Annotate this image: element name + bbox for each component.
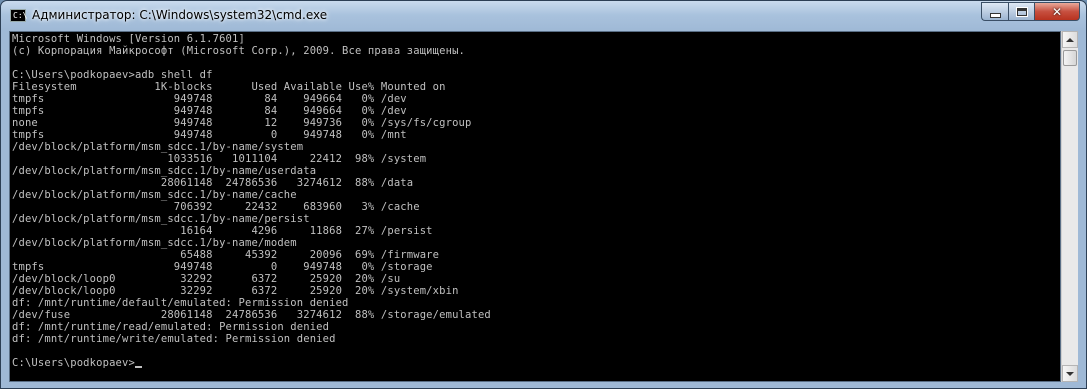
console-line: tmpfs 949748 0 949748 0% /mnt [12,129,407,141]
console-line: /dev/block/loop0 32292 6372 25920 20% /s… [12,273,401,285]
console-line: C:\Users\podkopaev>adb shell df [12,69,213,81]
vertical-scrollbar[interactable] [1061,31,1078,382]
scroll-up-button[interactable] [1062,31,1078,48]
caption-buttons: ✕ [981,2,1080,21]
text-cursor [134,366,142,368]
console-line: 16164 4296 11868 27% /persist [12,225,433,237]
console-line: df: /mnt/runtime/write/emulated: Permiss… [12,333,336,345]
console-line: Microsoft Windows [Version 6.1.7601] [12,33,245,45]
console-line: df: /mnt/runtime/default/emulated: Permi… [12,297,349,309]
console-line: C:\Users\podkopaev> [12,357,1060,369]
minimize-button[interactable] [981,2,1008,21]
cmd-app-icon[interactable]: C:\ [10,9,28,22]
window-title: Администратор: C:\Windows\system32\cmd.e… [32,8,328,22]
console-line: /dev/block/platform/msm_sdcc.1/by-name/m… [12,237,297,249]
console-line: /dev/fuse 28061148 24786536 3274612 88% … [12,309,491,321]
console-line: 706392 22432 683960 3% /cache [12,201,420,213]
console-line: Filesystem 1K-blocks Used Available Use%… [12,81,446,93]
console-line: /dev/block/platform/msm_sdcc.1/by-name/p… [12,213,310,225]
console-line: tmpfs 949748 84 949664 0% /dev [12,93,407,105]
maximize-icon [1015,6,1028,17]
console-line: df: /mnt/runtime/read/emulated: Permissi… [12,321,330,333]
console-line: tmpfs 949748 0 949748 0% /storage [12,261,433,273]
scroll-down-button[interactable] [1062,365,1078,382]
scroll-thumb[interactable] [1063,50,1077,66]
console-line: 28061148 24786536 3274612 88% /data [12,177,414,189]
close-icon: ✕ [1051,4,1063,19]
title-bar[interactable]: C:\ Администратор: C:\Windows\system32\c… [1,1,1086,31]
console-line: /dev/block/loop0 32292 6372 25920 20% /s… [12,285,459,297]
console-line: 65488 45392 20096 69% /firmware [12,249,440,261]
console-line: /dev/block/platform/msm_sdcc.1/by-name/s… [12,141,304,153]
console-line: (c) Корпорация Майкрософт (Microsoft Cor… [12,45,466,57]
cmd-window: C:\ Администратор: C:\Windows\system32\c… [0,0,1087,389]
minimize-icon [989,12,1001,18]
maximize-button[interactable] [1008,2,1034,21]
console-line: /dev/block/platform/msm_sdcc.1/by-name/c… [12,189,297,201]
console-line: tmpfs 949748 84 949664 0% /dev [12,105,407,117]
arrow-up-icon [1066,37,1074,42]
cmd-icon-label: C:\ [13,11,28,20]
close-button[interactable]: ✕ [1034,2,1080,21]
arrow-down-icon [1066,371,1074,376]
console-line: /dev/block/platform/msm_sdcc.1/by-name/u… [12,165,317,177]
console-line: none 949748 12 949736 0% /sys/fs/cgroup [12,117,472,129]
console-line: 1033516 1011104 22412 98% /system [12,153,427,165]
console-output[interactable]: Microsoft Windows [Version 6.1.7601] (c) … [9,31,1061,382]
console-lines: Microsoft Windows [Version 6.1.7601] (c) … [10,32,1060,369]
